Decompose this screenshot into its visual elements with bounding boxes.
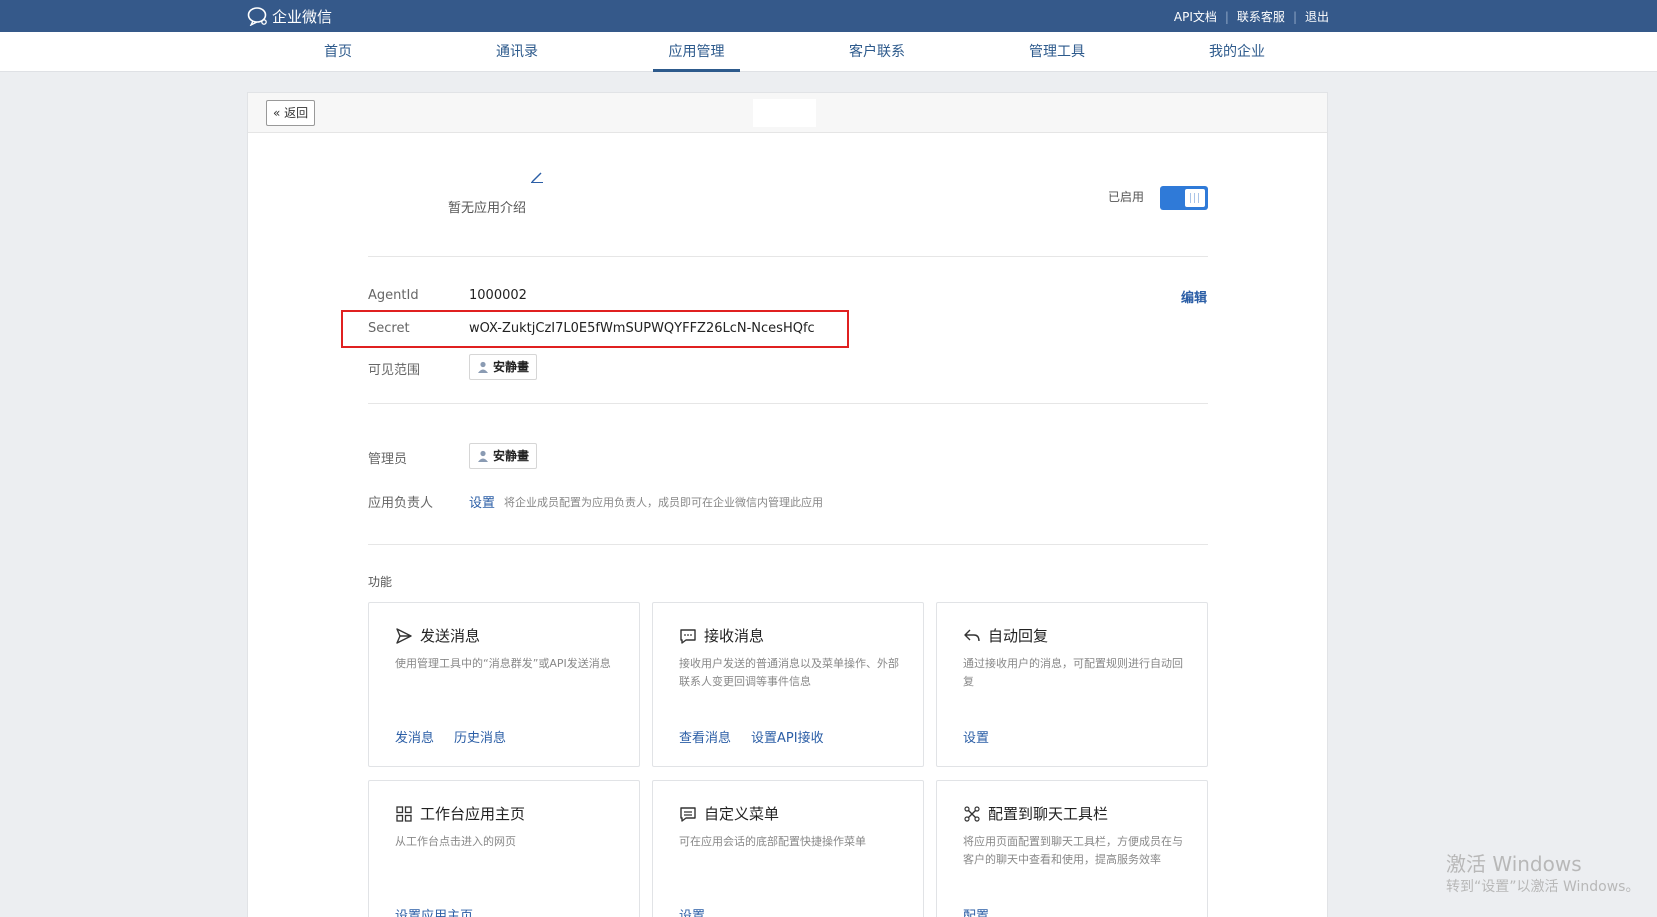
- logout-link[interactable]: 退出: [1305, 8, 1329, 25]
- card-desc: 通过接收用户的消息，可配置规则进行自动回复: [963, 657, 1183, 688]
- set-homepage-link[interactable]: 设置应用主页: [395, 905, 473, 917]
- owner-label: 应用负责人: [368, 496, 434, 511]
- windows-activation-watermark: 激活 Windows: [1446, 852, 1582, 876]
- separator: |: [1292, 9, 1297, 24]
- card-workbench-homepage: 工作台应用主页 从工作台点击进入的网页 设置应用主页: [368, 780, 640, 917]
- member-name: 安静畫: [493, 449, 530, 463]
- contact-support-link[interactable]: 联系客服: [1237, 8, 1285, 25]
- api-docs-link[interactable]: API文档: [1174, 8, 1217, 25]
- card-title: 自动回复: [963, 625, 1048, 646]
- wecom-logo-icon: [247, 7, 267, 26]
- send-message-link[interactable]: 发消息: [395, 727, 434, 746]
- card-desc: 可在应用会话的底部配置快捷操作菜单: [679, 835, 866, 848]
- visible-member-tag[interactable]: 安静畫: [469, 354, 538, 380]
- back-button[interactable]: « 返回: [266, 100, 316, 126]
- agentid-value: 1000002: [469, 288, 527, 303]
- enable-toggle[interactable]: [1160, 186, 1208, 210]
- panel-header: « 返回: [248, 93, 1327, 133]
- reply-icon: [964, 629, 980, 641]
- nav-my-enterprise[interactable]: 我的企业: [1192, 32, 1282, 72]
- card-title: 配置到聊天工具栏: [963, 803, 1108, 824]
- card-desc: 使用管理工具中的“消息群发”或API发送消息: [395, 657, 611, 670]
- custom-menu-settings-link[interactable]: 设置: [679, 905, 705, 917]
- edit-link[interactable]: 编辑: [1181, 287, 1207, 306]
- card-links: 设置: [679, 905, 725, 917]
- owner-set-link[interactable]: 设置: [469, 492, 495, 511]
- back-label: 返回: [284, 106, 309, 120]
- card-title: 工作台应用主页: [395, 803, 525, 824]
- divider: [368, 403, 1208, 404]
- top-links: API文档 | 联系客服 | 退出: [1174, 8, 1329, 25]
- card-desc: 将应用页面配置到聊天工具栏，方便成员在与客户的聊天中查看和使用，提高服务效率: [963, 835, 1183, 866]
- app-title-placeholder: [753, 99, 816, 127]
- admin-member-tag[interactable]: 安静畫: [469, 443, 538, 469]
- card-links: 查看消息 设置API接收: [679, 727, 844, 746]
- top-bar: 企业微信 API文档 | 联系客服 | 退出: [0, 0, 1657, 32]
- send-icon: [396, 627, 412, 644]
- person-icon: [478, 450, 488, 462]
- admin-label: 管理员: [368, 452, 408, 467]
- nav-contacts[interactable]: 通讯录: [472, 32, 562, 72]
- secret-value: wOX-ZuktjCzI7L0E5fWmSUPWQYFFZ26LcN-NcesH…: [469, 321, 815, 336]
- nav-home[interactable]: 首页: [293, 32, 383, 72]
- card-send-message: 发送消息 使用管理工具中的“消息群发”或API发送消息 发消息 历史消息: [368, 602, 640, 767]
- toggle-knob: [1185, 189, 1205, 207]
- edit-pencil-icon[interactable]: [530, 171, 544, 183]
- nav-app-management[interactable]: 应用管理: [653, 32, 740, 72]
- brand-name: 企业微信: [272, 7, 333, 26]
- card-links: 发消息 历史消息: [395, 727, 526, 746]
- menu-icon: [680, 806, 696, 822]
- view-message-link[interactable]: 查看消息: [679, 727, 731, 746]
- card-links: 设置: [963, 727, 1009, 746]
- chat-bubble-icon: [680, 628, 696, 644]
- card-receive-message: 接收消息 接收用户发送的普通消息以及菜单操作、外部联系人变更回调等事件信息 查看…: [652, 602, 924, 767]
- agentid-label: AgentId: [368, 288, 419, 303]
- features-title: 功能: [368, 575, 393, 589]
- member-name: 安静畫: [493, 360, 530, 374]
- card-auto-reply: 自动回复 通过接收用户的消息，可配置规则进行自动回复 设置: [936, 602, 1208, 767]
- nav-management-tools[interactable]: 管理工具: [1012, 32, 1102, 72]
- secret-label: Secret: [368, 321, 410, 336]
- set-api-receive-link[interactable]: 设置API接收: [751, 727, 824, 746]
- card-links: 设置应用主页: [395, 905, 493, 917]
- card-title: 自定义菜单: [679, 803, 779, 824]
- card-title: 发送消息: [395, 625, 480, 646]
- card-custom-menu: 自定义菜单 可在应用会话的底部配置快捷操作菜单 设置: [652, 780, 924, 917]
- card-desc: 接收用户发送的普通消息以及菜单操作、外部联系人变更回调等事件信息: [679, 657, 899, 688]
- card-chat-toolbar: 配置到聊天工具栏 将应用页面配置到聊天工具栏，方便成员在与客户的聊天中查看和使用…: [936, 780, 1208, 917]
- history-message-link[interactable]: 历史消息: [454, 727, 506, 746]
- tools-icon: [964, 805, 980, 822]
- owner-hint: 将企业成员配置为应用负责人，成员即可在企业微信内管理此应用: [504, 496, 823, 509]
- card-title: 接收消息: [679, 625, 764, 646]
- windows-activation-hint: 转到“设置”以激活 Windows。: [1446, 879, 1640, 895]
- nav-customer-contact[interactable]: 客户联系: [832, 32, 922, 72]
- card-links: 配置: [963, 905, 1009, 917]
- separator: |: [1224, 9, 1229, 24]
- divider: [368, 256, 1208, 257]
- divider: [368, 544, 1208, 545]
- app-intro: 暂无应用介绍: [448, 201, 527, 216]
- main-nav: 首页 通讯录 应用管理 客户联系 管理工具 我的企业: [0, 32, 1657, 72]
- brand[interactable]: 企业微信: [247, 5, 332, 27]
- visible-range-label: 可见范围: [368, 363, 421, 378]
- card-desc: 从工作台点击进入的网页: [395, 835, 516, 848]
- enabled-label: 已启用: [1108, 190, 1145, 204]
- auto-reply-settings-link[interactable]: 设置: [963, 727, 989, 746]
- app-detail-panel: « 返回 暂无应用介绍 已启用 AgentId 1000002 编辑 Secre…: [247, 92, 1328, 917]
- configure-link[interactable]: 配置: [963, 905, 989, 917]
- person-icon: [478, 361, 488, 373]
- grid-icon: [396, 805, 412, 822]
